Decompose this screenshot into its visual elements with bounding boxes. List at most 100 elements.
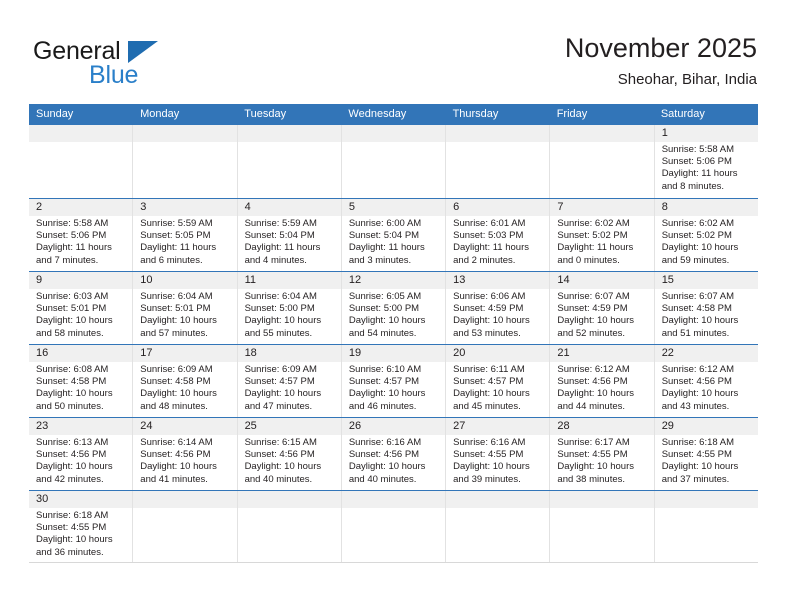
sunset-time: Sunset: 5:06 PM xyxy=(36,230,107,242)
day-number: 11 xyxy=(237,272,341,289)
day-sun-info: Sunrise: 6:12 AM Sunset: 4:56 PM Daylight:… xyxy=(550,362,653,413)
day-sun-info: Sunrise: 6:10 AM Sunset: 4:57 PM Daylight:… xyxy=(342,362,445,413)
calendar-day-cell[interactable]: 26 Sunrise: 6:16 AM Sunset: 4:56 PM Dayligh… xyxy=(340,418,446,490)
daylight-duration-line2: and 48 minutes. xyxy=(140,400,208,412)
calendar-day-cell[interactable]: 19 Sunrise: 6:10 AM Sunset: 4:57 PM Dayligh… xyxy=(340,345,446,417)
daylight-duration-line1: Daylight: 11 hours xyxy=(140,242,217,254)
sunrise-time: Sunrise: 5:58 AM xyxy=(661,144,735,155)
calendar-day-cell[interactable]: 4 Sunrise: 5:59 AM Sunset: 5:04 PM Daylight… xyxy=(236,199,341,271)
calendar-day-cell[interactable]: 20 Sunrise: 6:11 AM Sunset: 4:57 PM Dayligh… xyxy=(445,345,550,417)
daylight-duration-line1: Daylight: 10 hours xyxy=(140,388,217,400)
daylight-duration-line2: and 43 minutes. xyxy=(661,400,730,412)
day-sun-info: Sunrise: 6:16 AM Sunset: 4:56 PM Daylight:… xyxy=(342,435,445,486)
daylight-duration-line2: and 6 minutes. xyxy=(140,254,203,266)
day-sun-info: Sunrise: 6:01 AM Sunset: 5:03 PM Daylight:… xyxy=(446,216,549,267)
calendar-day-cell[interactable]: 27 Sunrise: 6:16 AM Sunset: 4:55 PM Dayligh… xyxy=(445,418,550,490)
day-number: 9 xyxy=(29,272,133,289)
daylight-duration-line1: Daylight: 10 hours xyxy=(348,388,426,400)
calendar-day-cell[interactable]: 28 Sunrise: 6:17 AM Sunset: 4:55 PM Dayligh… xyxy=(549,418,654,490)
page-title: November 2025 xyxy=(564,33,757,63)
day-sun-info: Sunrise: 6:07 AM Sunset: 4:58 PM Daylight:… xyxy=(655,289,758,340)
calendar-day-cell-empty xyxy=(549,491,654,562)
day-sun-info: Sunrise: 5:59 AM Sunset: 5:04 PM Daylight:… xyxy=(238,216,341,267)
day-sun-info: Sunrise: 6:05 AM Sunset: 5:00 PM Daylight:… xyxy=(342,289,445,340)
calendar-day-cell[interactable]: 25 Sunrise: 6:15 AM Sunset: 4:56 PM Dayligh… xyxy=(236,418,341,490)
calendar-week-row: 30 Sunrise: 6:18 AM Sunset: 4:55 PM Dayligh… xyxy=(29,490,758,563)
calendar-day-cell[interactable]: 13 Sunrise: 6:06 AM Sunset: 4:59 PM Dayligh… xyxy=(445,272,550,344)
calendar-day-cell[interactable]: 9 Sunrise: 6:03 AM Sunset: 5:01 PM Daylight… xyxy=(29,272,133,344)
sunrise-time: Sunrise: 5:59 AM xyxy=(140,218,213,229)
day-number xyxy=(654,491,758,508)
calendar-day-cell[interactable]: 5 Sunrise: 6:00 AM Sunset: 5:04 PM Daylight… xyxy=(340,199,446,271)
daylight-duration-line1: Daylight: 10 hours xyxy=(36,388,113,400)
calendar-day-cell[interactable]: 17 Sunrise: 6:09 AM Sunset: 4:58 PM Dayligh… xyxy=(132,345,237,417)
calendar-day-cell[interactable]: 12 Sunrise: 6:05 AM Sunset: 5:00 PM Dayligh… xyxy=(340,272,446,344)
calendar-day-cell[interactable]: 22 Sunrise: 6:12 AM Sunset: 4:56 PM Dayligh… xyxy=(653,345,758,417)
day-number xyxy=(133,125,237,142)
daylight-duration-line2: and 59 minutes. xyxy=(661,254,730,266)
calendar-day-cell[interactable]: 10 Sunrise: 6:04 AM Sunset: 5:01 PM Dayligh… xyxy=(132,272,237,344)
calendar-day-cell[interactable]: 1 Sunrise: 5:58 AM Sunset: 5:06 PM Daylight… xyxy=(653,125,758,198)
day-sun-info: Sunrise: 6:09 AM Sunset: 4:58 PM Daylight:… xyxy=(133,362,236,413)
sunrise-time: Sunrise: 6:08 AM xyxy=(36,364,109,375)
day-number xyxy=(341,125,446,142)
sunset-time: Sunset: 4:56 PM xyxy=(661,376,732,388)
calendar-day-cell[interactable]: 6 Sunrise: 6:01 AM Sunset: 5:03 PM Daylight… xyxy=(445,199,550,271)
day-number: 12 xyxy=(341,272,446,289)
calendar-day-cell[interactable]: 29 Sunrise: 6:18 AM Sunset: 4:55 PM Dayligh… xyxy=(653,418,758,490)
daylight-duration-line1: Daylight: 10 hours xyxy=(348,315,426,327)
title-block: November 2025 Sheohar, Bihar, India xyxy=(565,32,757,90)
sunrise-time: Sunrise: 6:02 AM xyxy=(661,218,735,229)
calendar-day-cell[interactable]: 24 Sunrise: 6:14 AM Sunset: 4:56 PM Dayligh… xyxy=(132,418,237,490)
day-sun-info: Sunrise: 6:08 AM Sunset: 4:58 PM Daylight:… xyxy=(29,362,132,413)
calendar-day-cell[interactable]: 30 Sunrise: 6:18 AM Sunset: 4:55 PM Dayligh… xyxy=(29,491,133,562)
daylight-duration-line2: and 0 minutes. xyxy=(557,254,620,266)
daylight-duration-line1: Daylight: 11 hours xyxy=(36,242,112,254)
calendar-day-cell-empty xyxy=(236,491,341,562)
daylight-duration-line1: Daylight: 10 hours xyxy=(453,315,530,327)
day-sun-info: Sunrise: 6:13 AM Sunset: 4:56 PM Daylight:… xyxy=(29,435,132,486)
sunrise-time: Sunrise: 6:13 AM xyxy=(36,437,109,448)
calendar-day-cell[interactable]: 8 Sunrise: 6:02 AM Sunset: 5:02 PM Daylight… xyxy=(653,199,758,271)
day-number xyxy=(237,491,341,508)
sunrise-time: Sunrise: 6:09 AM xyxy=(244,364,317,375)
day-number: 30 xyxy=(29,491,133,508)
day-sun-info: Sunrise: 6:02 AM Sunset: 5:02 PM Daylight:… xyxy=(655,216,758,267)
sunrise-time: Sunrise: 6:11 AM xyxy=(453,364,525,375)
daylight-duration-line2: and 55 minutes. xyxy=(244,327,313,339)
calendar-day-cell[interactable]: 16 Sunrise: 6:08 AM Sunset: 4:58 PM Dayligh… xyxy=(29,345,133,417)
calendar-day-cell[interactable]: 15 Sunrise: 6:07 AM Sunset: 4:58 PM Dayligh… xyxy=(653,272,758,344)
calendar-day-cell[interactable]: 14 Sunrise: 6:07 AM Sunset: 4:59 PM Dayligh… xyxy=(549,272,654,344)
calendar-day-cell[interactable]: 11 Sunrise: 6:04 AM Sunset: 5:00 PM Dayligh… xyxy=(236,272,341,344)
weekday-header-wednesday: Wednesday xyxy=(348,108,407,120)
sunset-time: Sunset: 5:01 PM xyxy=(36,303,107,315)
calendar-day-cell[interactable]: 7 Sunrise: 6:02 AM Sunset: 5:02 PM Daylight… xyxy=(549,199,654,271)
general-blue-logo[interactable]: General Blue xyxy=(33,38,263,90)
calendar-day-cell[interactable]: 23 Sunrise: 6:13 AM Sunset: 4:56 PM Dayligh… xyxy=(29,418,133,490)
daylight-duration-line1: Daylight: 10 hours xyxy=(557,388,634,400)
day-number: 23 xyxy=(29,418,133,435)
daylight-duration-line1: Daylight: 10 hours xyxy=(661,388,739,400)
day-number: 18 xyxy=(237,345,341,362)
calendar-day-cell[interactable]: 18 Sunrise: 6:09 AM Sunset: 4:57 PM Dayligh… xyxy=(236,345,341,417)
calendar-day-cell[interactable]: 3 Sunrise: 5:59 AM Sunset: 5:05 PM Daylight… xyxy=(132,199,237,271)
calendar-day-cell[interactable]: 2 Sunrise: 5:58 AM Sunset: 5:06 PM Daylight… xyxy=(29,199,133,271)
day-number: 6 xyxy=(446,199,550,216)
sunrise-time: Sunrise: 6:18 AM xyxy=(661,437,735,448)
sunrise-time: Sunrise: 6:18 AM xyxy=(36,510,109,521)
sunset-time: Sunset: 4:55 PM xyxy=(36,522,107,534)
day-sun-info: Sunrise: 6:18 AM Sunset: 4:55 PM Daylight:… xyxy=(29,508,132,559)
daylight-duration-line2: and 40 minutes. xyxy=(244,473,313,485)
sunrise-time: Sunrise: 6:10 AM xyxy=(348,364,422,375)
sunset-time: Sunset: 4:55 PM xyxy=(453,449,524,461)
sunrise-time: Sunrise: 6:04 AM xyxy=(244,291,317,302)
daylight-duration-line1: Daylight: 11 hours xyxy=(453,242,529,254)
calendar-day-cell-empty xyxy=(29,125,133,198)
sunrise-time: Sunrise: 6:14 AM xyxy=(140,437,213,448)
sunset-time: Sunset: 5:02 PM xyxy=(661,230,732,242)
sunset-time: Sunset: 4:55 PM xyxy=(661,449,732,461)
sunset-time: Sunset: 5:04 PM xyxy=(348,230,420,242)
calendar-day-cell-empty xyxy=(236,125,341,198)
calendar-week-row: 23 Sunrise: 6:13 AM Sunset: 4:56 PM Dayligh… xyxy=(29,417,758,490)
calendar-day-cell[interactable]: 21 Sunrise: 6:12 AM Sunset: 4:56 PM Dayligh… xyxy=(549,345,654,417)
